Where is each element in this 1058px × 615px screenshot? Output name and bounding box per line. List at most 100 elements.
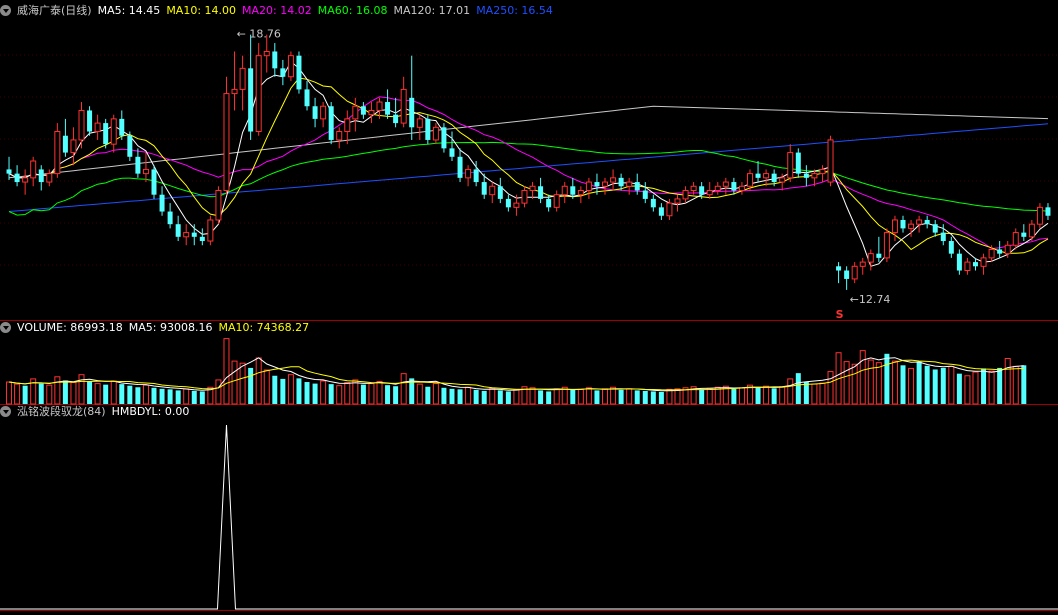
volume-bar (981, 368, 987, 404)
volume-bar (529, 387, 536, 405)
volume-bar (924, 365, 930, 404)
candle-body (699, 186, 705, 195)
candle-body (585, 181, 592, 191)
candle-body (577, 189, 584, 196)
candle-body (400, 88, 407, 124)
candle-body (167, 211, 173, 225)
volume-bar (900, 365, 906, 404)
candle-body (1028, 223, 1035, 238)
volume-bar (819, 382, 826, 405)
candle-body (819, 168, 826, 175)
volume-bar (505, 391, 511, 404)
candle-body (376, 101, 383, 111)
candle-body (916, 219, 923, 225)
low-price-label: ←12.74 (850, 293, 891, 306)
candle-body (320, 105, 327, 120)
candle-body (827, 139, 834, 183)
candle-body (70, 139, 77, 154)
candle-body (110, 118, 117, 145)
candle-body (706, 189, 713, 196)
candle-body (142, 168, 149, 175)
volume-bar (714, 386, 721, 405)
candle-body (175, 224, 181, 237)
volume-bar (110, 380, 117, 405)
candle-body (940, 232, 946, 242)
candle-body (570, 186, 576, 195)
candle-body (441, 127, 447, 149)
candle-body (409, 97, 415, 128)
candle-body (239, 67, 246, 90)
volume-bar (272, 375, 278, 404)
volume-bar (570, 389, 576, 404)
volume-bar (803, 382, 809, 404)
candle-body (207, 219, 214, 242)
candle-body (546, 198, 552, 208)
candle-body (6, 169, 12, 174)
candle-body (159, 194, 165, 212)
candle-body (561, 185, 568, 196)
volume-bar (223, 338, 230, 405)
candle-body (714, 185, 721, 191)
volume-bar (360, 384, 366, 404)
volume-bar (795, 373, 801, 404)
candle-body (54, 131, 61, 175)
volume-bar (811, 383, 818, 405)
candle-body (62, 135, 68, 153)
candle-body (763, 173, 770, 179)
volume-bar (948, 365, 955, 405)
candle-body (997, 249, 1003, 254)
candle-body (859, 261, 866, 267)
candle-body (956, 253, 962, 271)
volume-bar (1021, 365, 1027, 404)
volume-bar (465, 386, 472, 405)
sell-marker: S (836, 308, 844, 321)
candle-body (255, 55, 262, 133)
volume-bar (706, 387, 713, 405)
volume-bar (248, 367, 254, 404)
candle-body (151, 169, 157, 195)
volume-bar (738, 387, 745, 405)
volume-bar (908, 367, 915, 405)
volume-bar (875, 362, 882, 405)
volume-bar (859, 350, 866, 405)
candle-body (980, 257, 987, 267)
candle-body (425, 118, 431, 140)
candle-body (771, 173, 777, 183)
candle-body (690, 185, 697, 191)
candle-body (811, 173, 818, 179)
volume-bar (481, 390, 487, 404)
volume-bar (22, 385, 28, 404)
volume-bar (827, 371, 834, 405)
candle-body (891, 219, 898, 234)
candle-body (457, 156, 463, 178)
volume-bar (175, 390, 181, 404)
volume-bar (513, 388, 520, 405)
candle-body (932, 224, 938, 233)
ma120-line (8, 105, 1049, 179)
candle-body (14, 173, 20, 183)
candle-body (481, 182, 487, 195)
candle-body (505, 198, 511, 208)
volume-bar (352, 379, 359, 405)
volume-bar (1012, 365, 1019, 405)
volume-bar (489, 387, 496, 405)
candle-body (312, 106, 318, 119)
candle-body (191, 232, 197, 237)
volume-bar (328, 384, 334, 404)
volume-bar (658, 391, 664, 404)
volume-bar (650, 391, 656, 404)
candle-body (642, 190, 648, 199)
volume-bar (940, 367, 946, 404)
candle-body (1012, 232, 1019, 246)
volume-bar (199, 391, 205, 404)
candle-body (473, 169, 479, 183)
volume-bar (336, 385, 343, 405)
candle-body (674, 198, 681, 204)
candle-body (344, 118, 351, 133)
volume-bar (594, 390, 600, 404)
stock-chart[interactable]: ← 18.76 ←12.74 S (0, 0, 1058, 615)
candle-body (336, 131, 343, 141)
candle-body (513, 202, 520, 208)
candle-body (666, 202, 673, 217)
volume-bar (159, 388, 165, 404)
